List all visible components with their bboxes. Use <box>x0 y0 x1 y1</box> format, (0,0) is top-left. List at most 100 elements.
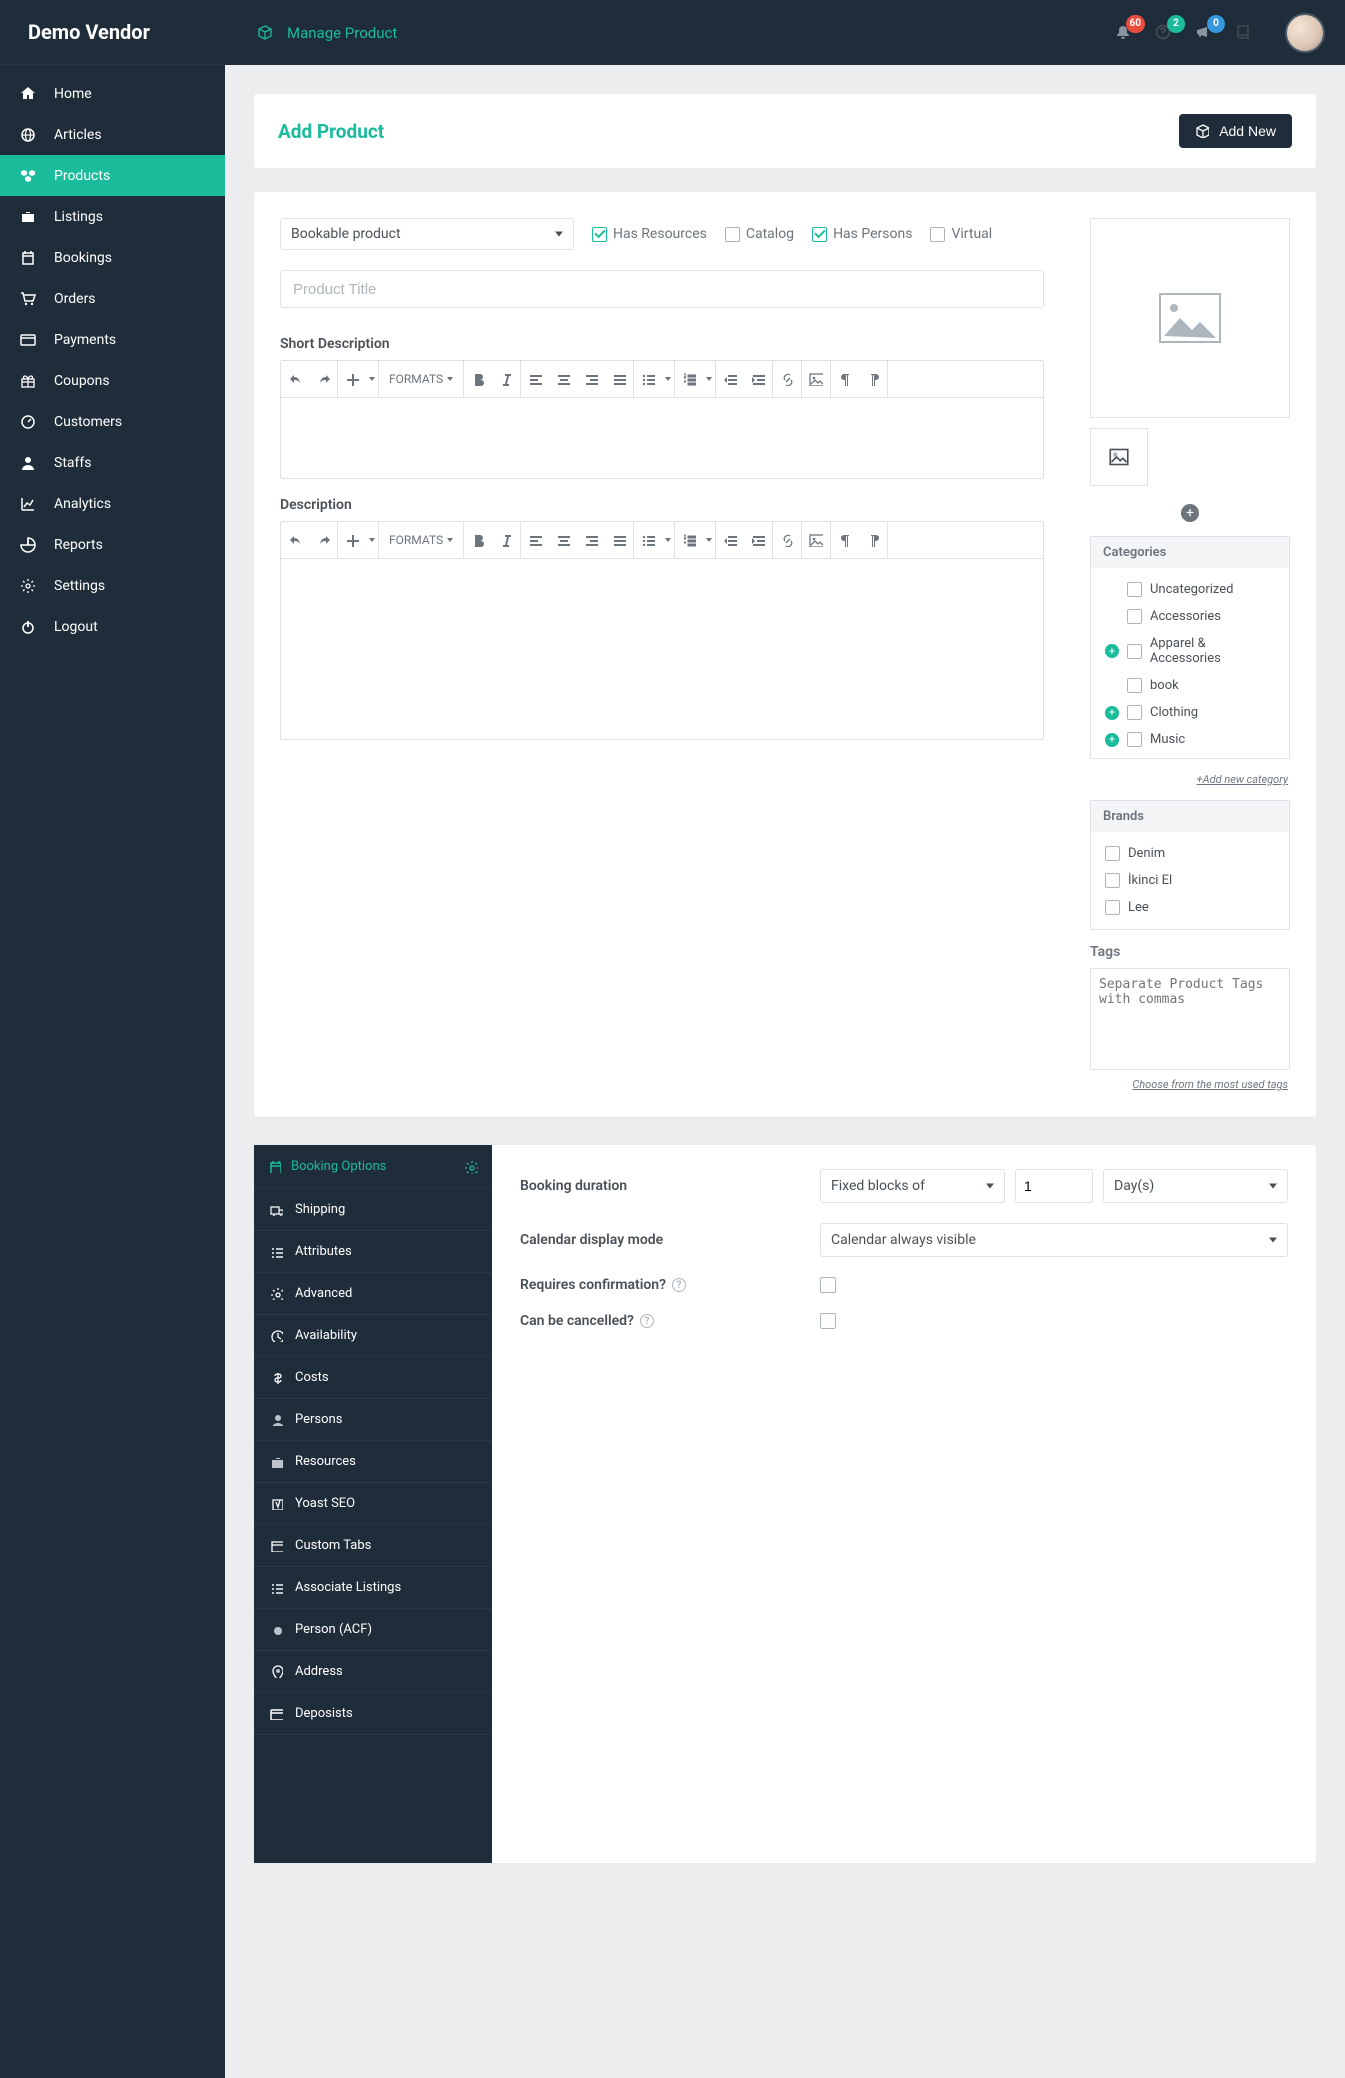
ltr-button[interactable] <box>831 522 859 558</box>
subnav-item-deposists[interactable]: Deposists <box>254 1693 492 1735</box>
justify-button[interactable] <box>605 522 633 558</box>
brand-checkbox[interactable] <box>1105 846 1120 861</box>
duration-value-input[interactable] <box>1015 1169 1093 1203</box>
image-button[interactable] <box>802 361 830 397</box>
sidebar-item-analytics[interactable]: Analytics <box>0 483 225 524</box>
link-button[interactable] <box>773 522 801 558</box>
justify-button[interactable] <box>605 361 633 397</box>
most-used-tags-link[interactable]: Choose from the most used tags <box>1090 1078 1288 1091</box>
number-list-dropdown[interactable] <box>703 522 715 558</box>
align-center-button[interactable] <box>549 361 577 397</box>
subnav-item-person-acf-[interactable]: Person (ACF) <box>254 1609 492 1651</box>
sidebar-item-listings[interactable]: Listings <box>0 196 225 237</box>
featured-image-uploader[interactable] <box>1090 218 1290 418</box>
bold-button[interactable] <box>464 361 492 397</box>
subnav-item-custom-tabs[interactable]: Custom Tabs <box>254 1525 492 1567</box>
calendar-mode-select[interactable]: Calendar always visible <box>820 1223 1288 1257</box>
sidebar-item-coupons[interactable]: Coupons <box>0 360 225 401</box>
sidebar-item-payments[interactable]: Payments <box>0 319 225 360</box>
formats-dropdown[interactable]: FORMATS <box>379 361 463 397</box>
category-checkbox[interactable] <box>1127 644 1142 659</box>
undo-button[interactable] <box>281 522 309 558</box>
align-left-button[interactable] <box>521 361 549 397</box>
category-checkbox[interactable] <box>1127 732 1142 747</box>
outdent-button[interactable] <box>716 522 744 558</box>
sidebar-item-products[interactable]: Products <box>0 155 225 196</box>
rtl-button[interactable] <box>859 361 887 397</box>
virtual-checkbox[interactable]: Virtual <box>930 226 992 242</box>
subnav-item-associate-listings[interactable]: Associate Listings <box>254 1567 492 1609</box>
subnav-item-resources[interactable]: Resources <box>254 1441 492 1483</box>
avatar[interactable] <box>1285 13 1325 53</box>
expand-icon[interactable]: + <box>1105 644 1119 658</box>
indent-button[interactable] <box>744 361 772 397</box>
italic-button[interactable] <box>492 361 520 397</box>
notifications-icon[interactable]: 60 <box>1115 24 1133 42</box>
bullet-list-dropdown[interactable] <box>662 522 674 558</box>
indent-button[interactable] <box>744 522 772 558</box>
bullet-list-dropdown[interactable] <box>662 361 674 397</box>
rtl-button[interactable] <box>859 522 887 558</box>
italic-button[interactable] <box>492 522 520 558</box>
category-checkbox[interactable] <box>1127 705 1142 720</box>
gear-icon[interactable] <box>464 1160 478 1174</box>
category-checkbox[interactable] <box>1127 582 1142 597</box>
expand-icon[interactable]: + <box>1105 733 1119 747</box>
short-description-body[interactable] <box>281 398 1043 478</box>
sidebar-item-settings[interactable]: Settings <box>0 565 225 606</box>
subnav-item-attributes[interactable]: Attributes <box>254 1231 492 1273</box>
number-list-button[interactable] <box>675 361 703 397</box>
brand-checkbox[interactable] <box>1105 873 1120 888</box>
insert-button[interactable] <box>338 361 366 397</box>
number-list-button[interactable] <box>675 522 703 558</box>
formats-dropdown[interactable]: FORMATS <box>379 522 463 558</box>
align-right-button[interactable] <box>577 522 605 558</box>
number-list-dropdown[interactable] <box>703 361 715 397</box>
has-persons-checkbox[interactable]: Has Persons <box>812 226 912 242</box>
add-new-button[interactable]: Add New <box>1179 114 1292 148</box>
subnav-item-persons[interactable]: Persons <box>254 1399 492 1441</box>
duration-mode-select[interactable]: Fixed blocks of <box>820 1169 1005 1203</box>
subnav-item-yoast-seo[interactable]: Yoast SEO <box>254 1483 492 1525</box>
tags-input[interactable] <box>1090 968 1290 1070</box>
bold-button[interactable] <box>464 522 492 558</box>
insert-dropdown[interactable] <box>366 522 378 558</box>
link-button[interactable] <box>773 361 801 397</box>
sidebar-item-logout[interactable]: Logout <box>0 606 225 647</box>
knowledge-icon[interactable] <box>1235 24 1253 42</box>
subnav-item-advanced[interactable]: Advanced <box>254 1273 492 1315</box>
expand-icon[interactable]: + <box>1105 706 1119 720</box>
bullet-list-button[interactable] <box>634 522 662 558</box>
subnav-item-availability[interactable]: Availability <box>254 1315 492 1357</box>
undo-button[interactable] <box>281 361 309 397</box>
subnav-item-shipping[interactable]: Shipping <box>254 1189 492 1231</box>
breadcrumb[interactable]: Manage Product <box>257 24 397 42</box>
redo-button[interactable] <box>309 361 337 397</box>
outdent-button[interactable] <box>716 361 744 397</box>
category-checkbox[interactable] <box>1127 678 1142 693</box>
align-left-button[interactable] <box>521 522 549 558</box>
image-button[interactable] <box>802 522 830 558</box>
sidebar-item-bookings[interactable]: Bookings <box>0 237 225 278</box>
sidebar-item-customers[interactable]: Customers <box>0 401 225 442</box>
announcements-icon[interactable]: 0 <box>1195 24 1213 42</box>
sidebar-item-orders[interactable]: Orders <box>0 278 225 319</box>
subnav-item-costs[interactable]: Costs <box>254 1357 492 1399</box>
redo-button[interactable] <box>309 522 337 558</box>
has-resources-checkbox[interactable]: Has Resources <box>592 226 707 242</box>
duration-unit-select[interactable]: Day(s) <box>1103 1169 1288 1203</box>
sidebar-item-reports[interactable]: Reports <box>0 524 225 565</box>
insert-button[interactable] <box>338 522 366 558</box>
sidebar-item-home[interactable]: Home <box>0 73 225 114</box>
bullet-list-button[interactable] <box>634 361 662 397</box>
insert-dropdown[interactable] <box>366 361 378 397</box>
subnav-item-address[interactable]: Address <box>254 1651 492 1693</box>
description-body[interactable] <box>281 559 1043 739</box>
help-icon[interactable]: 2 <box>1155 24 1173 42</box>
align-center-button[interactable] <box>549 522 577 558</box>
help-icon[interactable]: ? <box>672 1278 686 1292</box>
sidebar-item-staffs[interactable]: Staffs <box>0 442 225 483</box>
catalog-checkbox[interactable]: Catalog <box>725 226 794 242</box>
brand[interactable]: Demo Vendor <box>0 0 225 65</box>
brand-checkbox[interactable] <box>1105 900 1120 915</box>
